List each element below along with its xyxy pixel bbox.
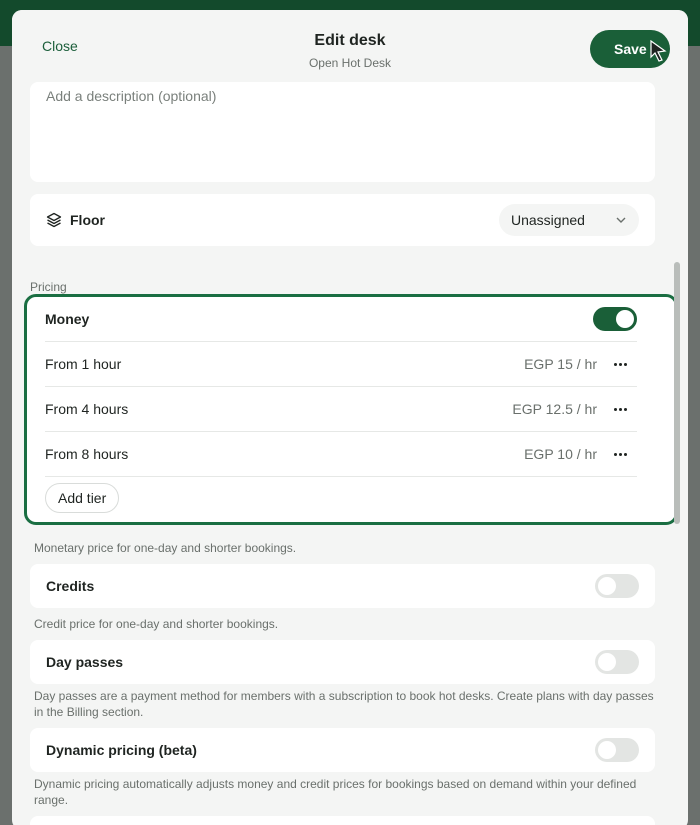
tier-label: From 1 hour [45, 356, 122, 372]
tier-row: From 4 hours EGP 12.5 / hr [45, 387, 637, 432]
modal-subtitle: Open Hot Desk [308, 56, 392, 70]
more-options-icon[interactable] [611, 444, 631, 464]
chevron-down-icon [616, 217, 626, 223]
toggle-knob [616, 310, 634, 328]
credits-card: Credits [30, 564, 655, 608]
tier-label: From 8 hours [45, 446, 129, 462]
add-tier-button[interactable]: Add tier [45, 483, 120, 513]
floor-select[interactable]: Unassigned [499, 204, 639, 236]
layers-icon [46, 212, 62, 228]
tier-row: From 1 hour EGP 15 / hr [45, 342, 637, 387]
tier-row: From 8 hours EGP 10 / hr [45, 432, 637, 477]
tier-price: EGP 12.5 / hr [512, 401, 597, 417]
scrollbar-thumb[interactable] [674, 262, 680, 524]
modal-header: Close Edit desk Open Hot Desk Save [12, 10, 688, 82]
dynamic-pricing-toggle[interactable] [595, 738, 639, 762]
floor-label: Floor [70, 212, 105, 228]
edit-desk-modal: Close Edit desk Open Hot Desk Save Add a… [12, 10, 688, 825]
dynamic-pricing-card: Dynamic pricing (beta) [30, 728, 655, 772]
day-passes-help-text: Day passes are a payment method for memb… [34, 689, 654, 719]
description-field[interactable]: Add a description (optional) [30, 82, 655, 182]
modal-title: Edit desk [314, 32, 386, 49]
day-passes-label: Day passes [46, 654, 124, 670]
tier-price: EGP 10 / hr [524, 446, 597, 462]
credits-toggle[interactable] [595, 574, 639, 598]
money-pricing-card: Money From 1 hour EGP 15 / hr From 4 hou… [24, 294, 678, 525]
credits-help-text: Credit price for one-day and shorter boo… [34, 617, 279, 631]
money-help-text: Monetary price for one-day and shorter b… [34, 541, 297, 555]
mouse-cursor-icon [650, 40, 667, 62]
more-options-icon[interactable] [611, 354, 631, 374]
next-option-card [30, 816, 655, 825]
day-passes-card: Day passes [30, 640, 655, 684]
tier-price: EGP 15 / hr [524, 356, 597, 372]
day-passes-toggle[interactable] [595, 650, 639, 674]
dynamic-pricing-help-text: Dynamic pricing automatically adjusts mo… [34, 777, 637, 807]
pricing-section-label: Pricing [30, 280, 67, 294]
credits-label: Credits [46, 578, 95, 594]
money-label: Money [45, 311, 90, 327]
toggle-knob [598, 741, 616, 759]
dynamic-pricing-label: Dynamic pricing (beta) [46, 742, 197, 758]
toggle-knob [598, 577, 616, 595]
money-row: Money [45, 297, 637, 342]
money-toggle[interactable] [593, 307, 637, 331]
tier-label: From 4 hours [45, 401, 129, 417]
floor-card: Floor Unassigned [30, 194, 655, 246]
modal-body: Add a description (optional) Floor Unass… [12, 82, 688, 825]
description-placeholder: Add a description (optional) [46, 88, 217, 104]
toggle-knob [598, 653, 616, 671]
floor-select-value: Unassigned [511, 212, 585, 228]
more-options-icon[interactable] [611, 399, 631, 419]
